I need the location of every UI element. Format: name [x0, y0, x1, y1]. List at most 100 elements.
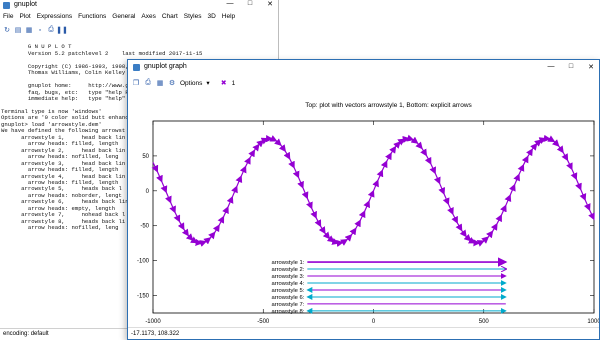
gnuplot-app-icon	[3, 2, 10, 9]
vector-arrow	[367, 189, 375, 202]
graph-close-icon[interactable]: ✕	[586, 63, 596, 71]
print-graph-icon[interactable]: ⎙	[144, 79, 152, 87]
y-tick-label: -100	[137, 259, 150, 265]
vector-arrow	[547, 135, 556, 143]
save-icon[interactable]: ▦	[25, 26, 33, 34]
main-menubar: File Plot Expressions Functions General …	[0, 13, 278, 23]
vector-arrow	[239, 165, 247, 177]
gnuplot-graph-window: gnuplot graph — □ ✕ ❐ ⎙ ▦ ⚙ Options ▾ ✖ …	[127, 59, 600, 340]
vector-arrow	[252, 143, 260, 152]
x-tick-label: 500	[479, 319, 490, 325]
graph-statusbar: -17.1173, 108.322	[128, 327, 599, 339]
vector-arrow	[354, 219, 361, 229]
graph-toolbar: ❐ ⎙ ▦ ⚙ Options ▾ ✖ 1	[128, 76, 599, 90]
menu-functions[interactable]: Functions	[78, 13, 106, 23]
close-icon[interactable]: ✕	[265, 0, 275, 8]
plot-toggle-icon[interactable]: ✖	[220, 79, 228, 87]
vector-arrow	[169, 202, 176, 214]
vector-arrow	[447, 203, 454, 216]
vector-arrow	[301, 187, 309, 200]
plot-area[interactable]: Top: plot with vectors arrowstyle 1, Bot…	[128, 91, 599, 326]
menu-general[interactable]: General	[112, 13, 135, 23]
y-tick-label: 0	[146, 189, 150, 195]
graph-app-icon	[133, 64, 140, 71]
vector-arrow	[402, 135, 410, 144]
arrow-legend-label: arrowstyle 1:	[271, 260, 304, 266]
options-button[interactable]: Options	[180, 80, 202, 87]
vector-arrow	[376, 169, 384, 181]
vector-arrow	[455, 222, 463, 232]
vector-arrow	[336, 239, 344, 247]
cd-icon[interactable]: ▫	[36, 26, 44, 34]
vector-arrow	[521, 155, 529, 166]
x-tick-label: 0	[372, 319, 376, 325]
arrow-legend-label: arrowstyle 3:	[271, 274, 304, 280]
graph-minimize-icon[interactable]: —	[546, 63, 556, 71]
save-graph-icon[interactable]: ▦	[156, 79, 164, 87]
menu-styles[interactable]: Styles	[184, 13, 202, 23]
vector-arrow	[476, 240, 485, 247]
vector-arrow	[278, 144, 287, 153]
vector-arrow	[203, 237, 212, 245]
pause-icon[interactable]: ❚❚	[56, 26, 68, 34]
vector-arrow	[380, 160, 388, 171]
vector-arrow	[185, 233, 194, 241]
vector-arrow	[256, 139, 265, 148]
menu-help[interactable]: Help	[222, 13, 235, 23]
menu-plot[interactable]: Plot	[19, 13, 30, 23]
vector-arrow	[566, 159, 573, 171]
vector-arrow	[451, 213, 458, 224]
minimize-icon[interactable]: —	[225, 0, 235, 8]
plot-toggle-label[interactable]: 1	[232, 80, 236, 87]
options-icon[interactable]: ⚙	[168, 79, 176, 87]
vector-arrow	[181, 228, 189, 237]
vector-arrow	[561, 152, 569, 162]
vector-arrow	[244, 156, 251, 167]
vector-arrow	[260, 137, 269, 145]
vector-arrow	[588, 209, 595, 221]
vector-arrow	[326, 235, 335, 243]
vector-arrow	[340, 238, 349, 246]
vector-arrow	[530, 142, 538, 151]
graph-maximize-icon[interactable]: □	[566, 63, 576, 71]
vector-arrow	[344, 234, 353, 242]
vector-arrow	[429, 163, 436, 175]
x-tick-label: -1000	[145, 319, 161, 325]
menu-file[interactable]: File	[3, 13, 13, 23]
menu-expressions[interactable]: Expressions	[37, 13, 72, 23]
vector-arrow	[513, 173, 520, 185]
vector-arrow	[538, 137, 547, 144]
vector-arrow	[495, 214, 502, 225]
menu-chart[interactable]: Chart	[162, 13, 178, 23]
vector-arrow	[212, 224, 220, 233]
vector-arrow	[349, 227, 357, 236]
reload-icon[interactable]: ↻	[3, 26, 11, 34]
plot-frame	[152, 120, 595, 314]
vector-arrow	[310, 208, 317, 219]
vector-arrow	[500, 204, 507, 216]
vector-arrow	[322, 231, 331, 240]
vector-arrow	[173, 212, 181, 223]
vector-arrow	[438, 183, 446, 195]
y-tick-label: 50	[142, 154, 149, 160]
options-dropdown-icon[interactable]: ▾	[206, 79, 209, 87]
vector-arrow	[467, 236, 477, 244]
vector-arrow	[358, 210, 366, 221]
vector-arrow	[160, 181, 168, 194]
menu-3d[interactable]: 3D	[207, 13, 215, 23]
print-icon[interactable]: ⎙	[47, 26, 55, 34]
vector-arrow	[177, 221, 185, 231]
open-icon[interactable]: ▤	[14, 26, 22, 34]
vector-arrow	[459, 229, 467, 238]
menu-axes[interactable]: Axes	[141, 13, 155, 23]
x-tick-label: 1000	[587, 319, 599, 325]
vector-arrow	[235, 175, 243, 187]
graph-window-title: gnuplot graph	[144, 63, 187, 70]
y-tick-label: -150	[137, 294, 150, 300]
main-window-title: gnuplot	[14, 1, 37, 8]
vector-arrow	[306, 197, 313, 210]
maximize-icon[interactable]: □	[245, 0, 255, 8]
vector-arrow	[551, 139, 560, 147]
copy-icon[interactable]: ❐	[132, 79, 140, 87]
vector-arrow	[508, 183, 516, 196]
